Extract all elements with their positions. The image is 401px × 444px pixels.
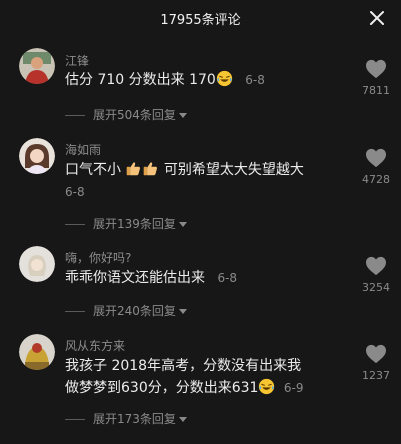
expand-label: 展开173条回复	[93, 412, 176, 426]
comment-username[interactable]: 海如雨	[65, 141, 101, 158]
thumbs-up-icon	[125, 160, 142, 177]
chevron-down-icon	[178, 309, 187, 314]
expand-label: 展开139条回复	[93, 217, 176, 231]
comment-time: 6-9	[283, 381, 304, 395]
comment-body: 估分 710 分数出来 170	[65, 72, 216, 88]
comment-body-line1: 我孩子 2018年高考，分数没有出来我	[65, 358, 302, 374]
like-count: 3254	[362, 281, 390, 294]
like-button[interactable]: 7811	[356, 59, 396, 97]
comment-body-line2: 做梦梦到630分，分数出来631	[65, 380, 259, 396]
like-button[interactable]: 4728	[356, 148, 396, 186]
expand-replies-button[interactable]: 展开139条回复	[65, 215, 187, 232]
expand-replies-button[interactable]: 展开240条回复	[65, 302, 187, 319]
comment-username[interactable]: 嗨，你好吗?	[65, 249, 131, 266]
heart-icon	[365, 59, 387, 79]
like-button[interactable]: 3254	[356, 256, 396, 294]
chevron-down-icon	[178, 222, 187, 227]
divider	[65, 419, 85, 420]
comment-body: 乖乖你语文还能估出来	[65, 270, 205, 286]
comment-time: 6-8	[65, 185, 85, 199]
expand-label: 展开240条回复	[93, 304, 176, 318]
comment-body: 口气不小	[65, 162, 121, 178]
expand-label: 展开504条回复	[93, 108, 176, 122]
expand-replies-button[interactable]: 展开173条回复	[65, 410, 187, 427]
comment-count-title: 17955条评论	[160, 13, 241, 28]
avatar[interactable]	[19, 48, 55, 84]
comment-username[interactable]: 江锋	[65, 52, 89, 69]
laughing-tears-icon	[258, 378, 275, 395]
laughing-tears-icon	[216, 70, 233, 87]
avatar[interactable]	[19, 138, 55, 174]
heart-icon	[365, 148, 387, 168]
heart-icon	[365, 344, 387, 364]
comment-time: 6-8	[245, 73, 265, 87]
expand-replies-button[interactable]: 展开504条回复	[65, 106, 187, 123]
avatar[interactable]	[19, 334, 55, 370]
comment-text: 口气不小 可别希望太大失望越大	[65, 159, 304, 181]
divider	[65, 224, 85, 225]
like-count: 1237	[362, 369, 390, 382]
comment-text: 我孩子 2018年高考，分数没有出来我 做梦梦到630分，分数出来631 6-9	[65, 355, 304, 399]
divider	[65, 311, 85, 312]
thumbs-up-icon	[142, 160, 159, 177]
comment-body-line2-wrap: 做梦梦到630分，分数出来631 6-9	[65, 377, 304, 399]
comment-time: 6-8	[217, 271, 238, 285]
divider	[65, 115, 85, 116]
chevron-down-icon	[178, 417, 187, 422]
chevron-down-icon	[178, 113, 187, 118]
comment-body-continued: 可别希望太大失望越大	[163, 162, 304, 178]
heart-icon	[365, 256, 387, 276]
avatar[interactable]	[19, 246, 55, 282]
like-count: 4728	[362, 173, 390, 186]
comments-header: 17955条评论	[0, 0, 401, 38]
close-icon[interactable]	[367, 8, 387, 28]
like-count: 7811	[362, 84, 390, 97]
comment-username[interactable]: 风从东方来	[65, 337, 125, 354]
comment-text: 估分 710 分数出来 170 6-8	[65, 69, 265, 91]
comment-text: 乖乖你语文还能估出来 6-8	[65, 267, 237, 289]
like-button[interactable]: 1237	[356, 344, 396, 382]
